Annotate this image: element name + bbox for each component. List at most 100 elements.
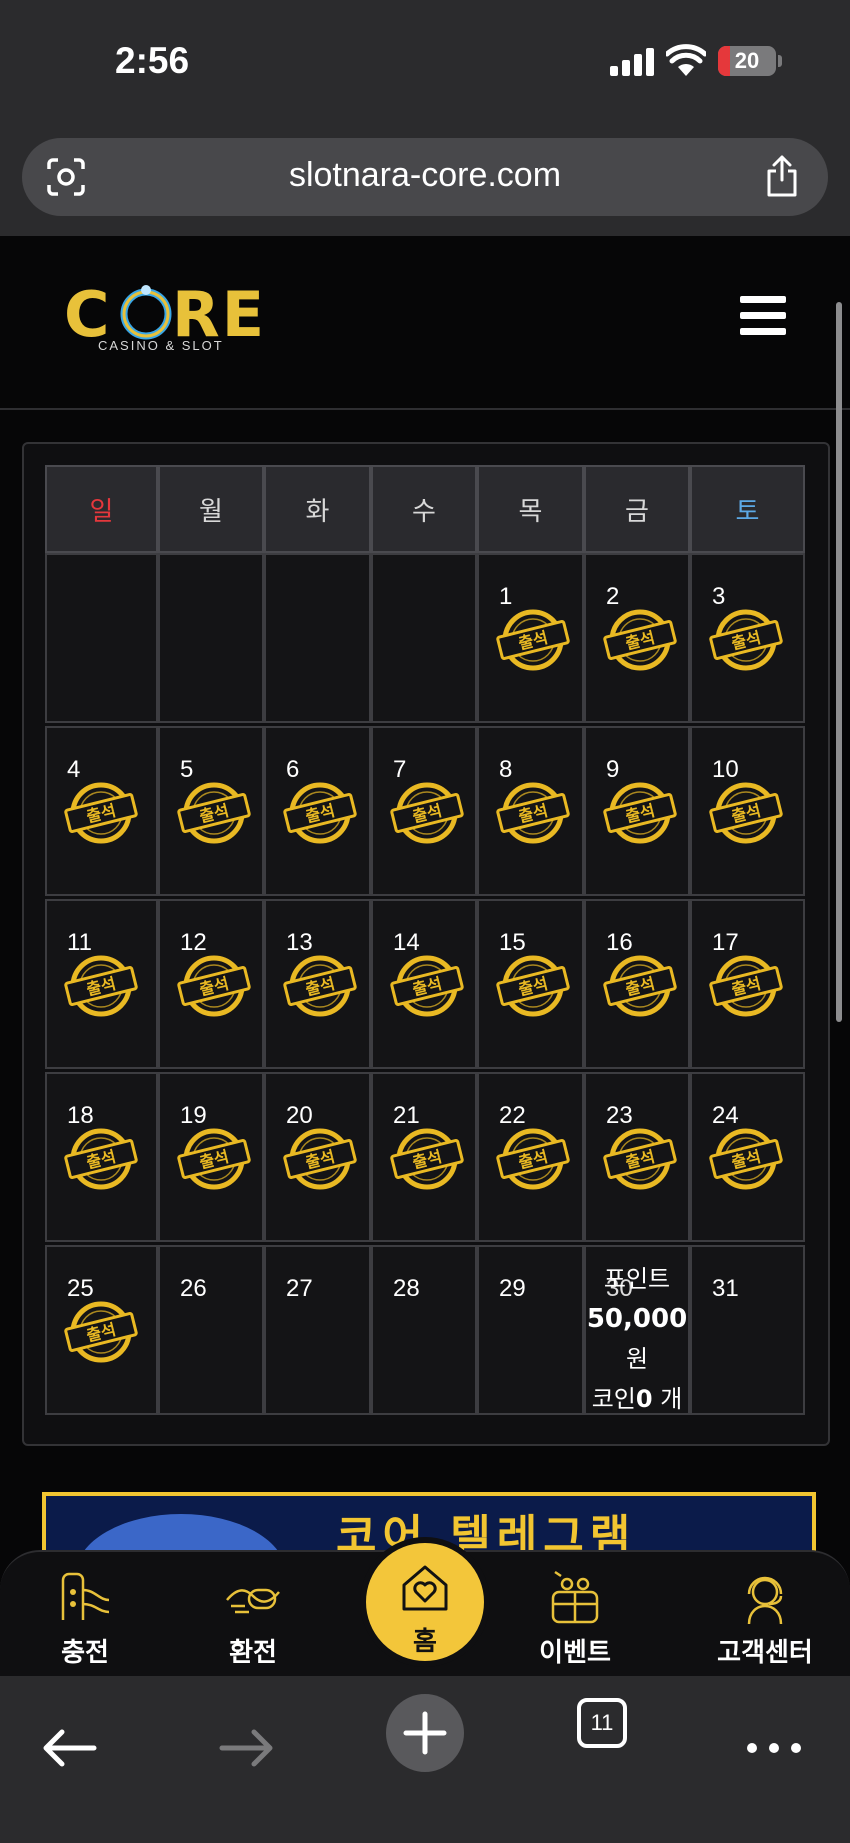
cellular-signal-icon [610,46,654,76]
day-number: 30 [606,1275,633,1302]
calendar-day-cell[interactable]: 27 [264,1245,371,1415]
attendance-stamp-icon: 출석 [390,782,464,844]
calendar-day-cell[interactable]: 2 출석 [584,553,690,723]
calendar-day-cell[interactable]: 31 [690,1245,805,1415]
calendar-day-cell[interactable]: 29 [477,1245,584,1415]
calendar-day-cell[interactable]: 15 출석 [477,899,584,1069]
calendar-day-cell[interactable]: 26 [158,1245,264,1415]
calendar-day-cell[interactable]: 20 출석 [264,1072,371,1242]
exchange-icon [226,1588,280,1614]
calendar-day-cell[interactable]: 5 출석 [158,726,264,896]
calendar-day-cell[interactable]: 13 출석 [264,899,371,1069]
status-bar: 2:56 20 [0,0,850,130]
attendance-stamp-icon: 출석 [709,955,783,1017]
calendar-day-cell[interactable]: 23 출석 [584,1072,690,1242]
points-label: 포인트 [603,1265,671,1293]
calendar-day-cell[interactable]: 6 출석 [264,726,371,896]
nav-exchange[interactable]: 환전 [188,1570,318,1670]
menu-icon[interactable] [740,296,786,336]
calendar-day-cell [371,553,477,723]
url-text[interactable]: slotnara-core.com [112,156,738,195]
calendar-day-cell[interactable]: 22 출석 [477,1072,584,1242]
attendance-stamp-icon: 출석 [177,955,251,1017]
calendar-day-cell[interactable]: 12 출석 [158,899,264,1069]
page-scrollbar[interactable] [836,302,842,1022]
weekday-header: 월 [158,465,264,553]
calendar-day-cell[interactable]: 19 출석 [158,1072,264,1242]
banner-text: 코어 텔레그램 [336,1511,637,1556]
charge-icon [61,1572,110,1620]
attendance-stamp-icon: 출석 [496,609,570,671]
attendance-stamp-icon: 출석 [390,955,464,1017]
calendar-day-cell[interactable]: 1 출석 [477,553,584,723]
lens-icon[interactable] [46,157,86,197]
attendance-stamp-icon: 출석 [283,782,357,844]
status-time: 2:56 [115,40,190,81]
home-label: 홈 [413,1627,437,1657]
calendar-day-cell[interactable]: 17 출석 [690,899,805,1069]
headset-icon [747,1576,783,1625]
nav-charge[interactable]: 충전 [20,1570,150,1670]
calendar-day-cell [45,553,158,723]
attendance-stamp-icon: 출석 [603,782,677,844]
more-icon[interactable] [738,1712,810,1784]
calendar-day-cell [158,553,264,723]
tabs-button[interactable]: 11 [577,1698,627,1748]
calendar-day-cell[interactable]: 11 출석 [45,899,158,1069]
site-header: C RE CASINO & SLOT [0,236,850,410]
attendance-stamp-icon: 출석 [64,955,138,1017]
back-arrow-icon[interactable] [32,1712,104,1784]
day-number: 26 [180,1275,207,1302]
weekday-header: 일 [45,465,158,553]
attendance-stamp-icon: 출석 [177,782,251,844]
calendar-day-cell[interactable]: 24 출석 [690,1072,805,1242]
weekday-header: 토 [690,465,805,553]
calendar-day-cell[interactable]: 21 출석 [371,1072,477,1242]
calendar-day-cell[interactable]: 25 출석 [45,1245,158,1415]
attendance-stamp-icon: 출석 [496,955,570,1017]
calendar-day-cell[interactable]: 14 출석 [371,899,477,1069]
attendance-stamp-icon: 출석 [390,1128,464,1190]
attendance-stamp-icon: 출석 [603,1128,677,1190]
points-amount: 50,000 [586,1304,688,1334]
home-heart-icon [402,1565,448,1611]
home-button[interactable]: 홈 [360,1537,490,1667]
calendar-day-cell[interactable]: 18 출석 [45,1072,158,1242]
coin-count: 코인0 개 [591,1385,683,1413]
weekday-header: 수 [371,465,477,553]
calendar-day-cell[interactable]: 10 출석 [690,726,805,896]
battery-percent: 20 [734,48,760,73]
attendance-stamp-icon: 출석 [64,1128,138,1190]
calendar-day-cell[interactable]: 4 출석 [45,726,158,896]
calendar-day-cell[interactable]: 28 [371,1245,477,1415]
attendance-stamp-icon: 출석 [709,1128,783,1190]
calendar-day-cell[interactable]: 포인트 50,000 원 코인0 개 30 [584,1245,690,1415]
calendar-day-cell[interactable]: 7 출석 [371,726,477,896]
attendance-stamp-icon: 출석 [283,955,357,1017]
core-logo[interactable]: C RE CASINO & SLOT [64,276,264,366]
calendar-day-cell[interactable]: 3 출석 [690,553,805,723]
attendance-stamp-icon: 출석 [603,609,677,671]
address-bar[interactable]: slotnara-core.com [22,138,828,216]
day-number: 29 [499,1275,526,1302]
share-icon[interactable] [764,154,800,198]
nav-event[interactable]: 이벤트 [510,1570,640,1670]
day-number: 31 [712,1275,739,1302]
weekday-header: 화 [264,465,371,553]
calendar-day-cell [264,553,371,723]
calendar-day-cell[interactable]: 16 출석 [584,899,690,1069]
nav-charge-label: 충전 [61,1638,109,1668]
attendance-stamp-icon: 출석 [709,609,783,671]
new-tab-button[interactable] [386,1694,464,1772]
forward-arrow-icon[interactable] [212,1712,284,1784]
logo-tagline: CASINO & SLOT [98,338,224,353]
nav-event-label: 이벤트 [539,1638,611,1668]
nav-support[interactable]: 고객센터 [700,1570,830,1670]
nav-support-label: 고객센터 [717,1638,813,1668]
day-number: 27 [286,1275,313,1302]
browser-address-area: slotnara-core.com [0,130,850,236]
calendar-day-cell[interactable]: 8 출석 [477,726,584,896]
attendance-calendar: 일 월 화 수 목 금 토 1 출석 2 출석 3 출석 4 출석 5 출석 6 출석 7 출석 8 출석 9 출석 10 출석 11… [45,465,805,1421]
calendar-day-cell[interactable]: 9 출석 [584,726,690,896]
day-number: 28 [393,1275,420,1302]
